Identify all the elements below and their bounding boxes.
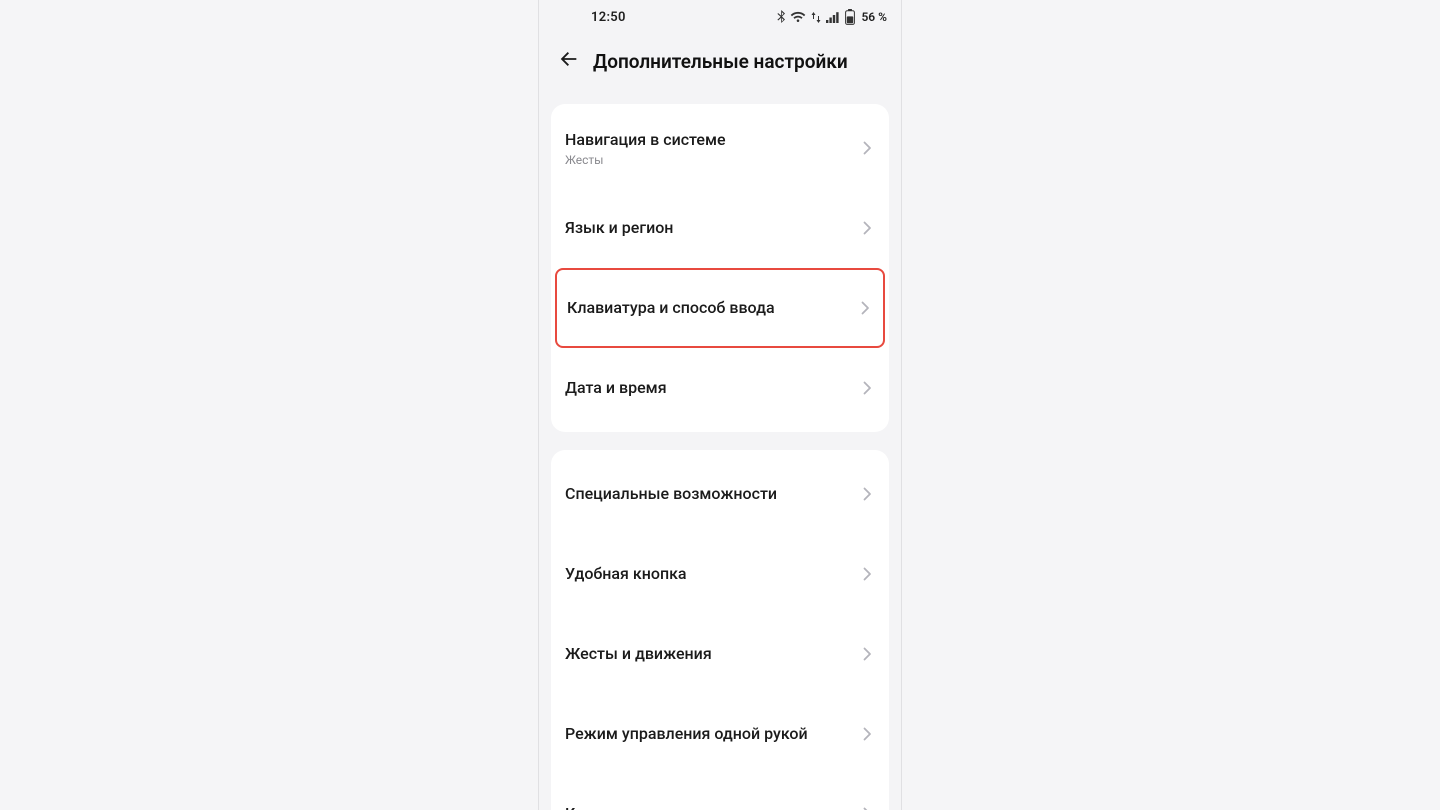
settings-content: Навигация в системе Жесты Язык и регион …	[539, 104, 901, 810]
status-icons: 56 %	[777, 9, 887, 25]
row-title: Жесты и движения	[565, 644, 859, 664]
signal-icon	[826, 11, 841, 23]
status-time: 12:50	[591, 10, 626, 25]
row-title: Специальные возможности	[565, 484, 859, 504]
row-power-button[interactable]: Кнопка питания	[551, 774, 889, 810]
row-text: Удобная кнопка	[565, 564, 859, 584]
battery-percent: 56 %	[861, 10, 887, 24]
chevron-right-icon	[859, 726, 875, 742]
app-header: Дополнительные настройки	[539, 34, 901, 88]
settings-group-1: Навигация в системе Жесты Язык и регион …	[551, 104, 889, 432]
row-text: Дата и время	[565, 378, 859, 398]
row-text: Навигация в системе Жесты	[565, 130, 859, 167]
row-title: Кнопка питания	[565, 804, 859, 810]
row-one-hand-mode[interactable]: Режим управления одной рукой	[551, 694, 889, 774]
row-subtitle: Жесты	[565, 153, 859, 167]
settings-group-2: Специальные возможности Удобная кнопка Ж…	[551, 450, 889, 810]
chevron-right-icon	[859, 220, 875, 236]
row-title: Клавиатура и способ ввода	[567, 298, 857, 318]
bluetooth-icon	[777, 10, 786, 24]
row-title: Режим управления одной рукой	[565, 724, 859, 744]
row-title: Дата и время	[565, 378, 859, 398]
chevron-right-icon	[859, 646, 875, 662]
chevron-right-icon	[857, 300, 873, 316]
row-title: Удобная кнопка	[565, 564, 859, 584]
row-accessibility[interactable]: Специальные возможности	[551, 454, 889, 534]
row-title: Язык и регион	[565, 218, 859, 238]
row-title: Навигация в системе	[565, 130, 859, 150]
row-text: Клавиатура и способ ввода	[567, 298, 857, 318]
row-text: Специальные возможности	[565, 484, 859, 504]
arrow-left-icon	[558, 48, 580, 74]
row-keyboard-input[interactable]: Клавиатура и способ ввода	[555, 268, 885, 348]
row-system-navigation[interactable]: Навигация в системе Жесты	[551, 108, 889, 188]
chevron-right-icon	[859, 806, 875, 810]
page-title: Дополнительные настройки	[593, 50, 848, 73]
back-button[interactable]	[551, 43, 587, 79]
chevron-right-icon	[859, 380, 875, 396]
row-text: Режим управления одной рукой	[565, 724, 859, 744]
row-convenience-button[interactable]: Удобная кнопка	[551, 534, 889, 614]
row-text: Кнопка питания	[565, 804, 859, 810]
wifi-icon	[790, 11, 806, 23]
chevron-right-icon	[859, 566, 875, 582]
phone-screen: 12:50 56 %	[538, 0, 902, 810]
battery-icon	[845, 9, 855, 25]
row-text: Жесты и движения	[565, 644, 859, 664]
row-date-time[interactable]: Дата и время	[551, 348, 889, 428]
row-language-region[interactable]: Язык и регион	[551, 188, 889, 268]
chevron-right-icon	[859, 140, 875, 156]
chevron-right-icon	[859, 486, 875, 502]
row-text: Язык и регион	[565, 218, 859, 238]
status-bar: 12:50 56 %	[539, 0, 901, 34]
mobile-data-icon	[810, 11, 822, 24]
row-gestures-motions[interactable]: Жесты и движения	[551, 614, 889, 694]
